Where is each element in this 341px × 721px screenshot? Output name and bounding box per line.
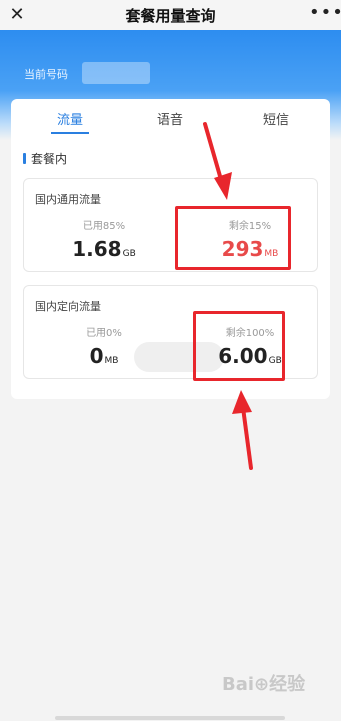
home-indicator [55, 716, 285, 720]
highlight-box-remaining-general [175, 206, 291, 270]
tab-bar: 流量 语音 短信 [11, 99, 330, 139]
tab-sms[interactable]: 短信 [263, 109, 289, 128]
section-title: 套餐内 [31, 151, 68, 166]
used-unit: GB [122, 249, 136, 259]
used-unit: MB [104, 356, 119, 366]
phone-number-label: 当前号码 [24, 68, 68, 81]
tab-active-indicator [51, 132, 89, 134]
package-title: 国内通用流量 [35, 193, 101, 206]
more-icon[interactable]: ••• [309, 4, 341, 26]
highlight-box-remaining-directional [193, 311, 285, 381]
title-bar: ✕ 套餐用量查询 ••• [0, 0, 341, 30]
arrow-down-icon [203, 122, 232, 200]
phone-number-masked [82, 62, 150, 84]
tab-voice[interactable]: 语音 [157, 109, 183, 128]
used-number: 1.68 [72, 237, 122, 261]
watermark-logo: Bai⊕经验 [222, 674, 306, 695]
arrow-up-icon [232, 390, 253, 470]
page-title: 套餐用量查询 [125, 6, 216, 25]
tab-data[interactable]: 流量 [57, 109, 83, 128]
close-icon[interactable]: ✕ [6, 4, 28, 26]
section-header: 套餐内 [23, 151, 68, 166]
used-value: 0MB [90, 344, 119, 368]
used-label: 已用85% [82, 221, 126, 232]
section-marker [23, 152, 26, 164]
used-number: 0 [89, 344, 104, 368]
used-label: 已用0% [86, 328, 122, 339]
package-title: 国内定向流量 [35, 300, 101, 313]
used-value: 1.68GB [72, 237, 136, 261]
